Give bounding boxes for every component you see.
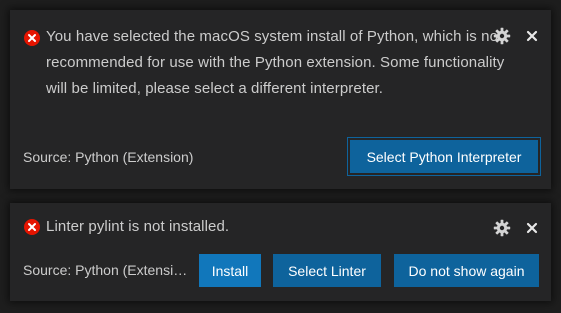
do-not-show-again-button[interactable]: Do not show again	[394, 254, 539, 287]
gear-icon[interactable]	[493, 27, 511, 45]
gear-icon[interactable]	[493, 219, 511, 237]
notification-message: Linter pylint is not installed.	[46, 218, 230, 235]
close-icon[interactable]	[523, 219, 541, 237]
notification-message: You have selected the macOS system insta…	[46, 28, 505, 97]
close-icon[interactable]	[523, 27, 541, 45]
notification-source: Source: Python (Extension)	[23, 262, 193, 278]
select-python-interpreter-button[interactable]: Select Python Interpreter	[347, 137, 541, 176]
notification-toast: You have selected the macOS system insta…	[10, 10, 551, 189]
notification-toast: Linter pylint is not installed. Source: …	[10, 203, 551, 301]
error-icon	[24, 30, 40, 46]
error-icon	[24, 219, 40, 235]
install-button[interactable]: Install	[199, 254, 261, 287]
select-linter-button[interactable]: Select Linter	[273, 254, 381, 287]
notification-source: Source: Python (Extension)	[23, 149, 194, 165]
